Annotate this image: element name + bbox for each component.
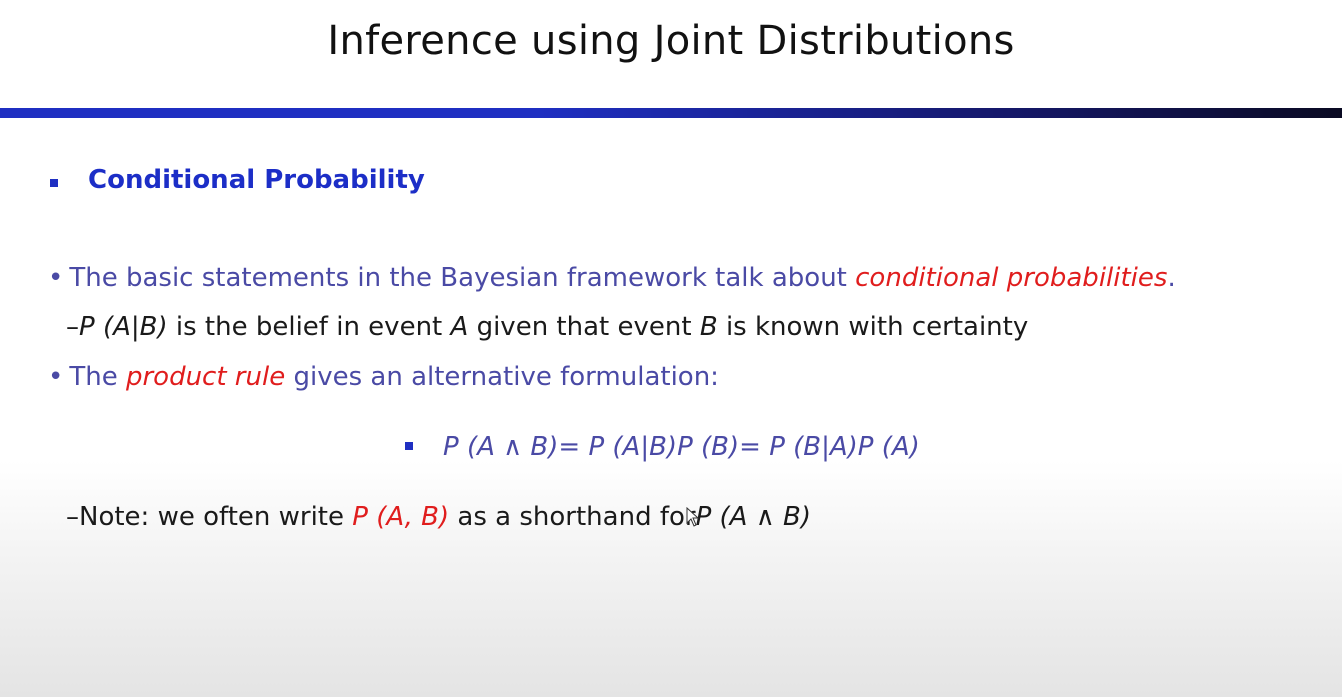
- note-shorthand: –Note: we often write P (A, B) as a shor…: [66, 500, 811, 534]
- note-expression-red: P (A, B): [352, 502, 450, 532]
- note-text-a: –Note: we often write: [66, 502, 345, 532]
- bullet2-text-b: gives an alternative formulation:: [293, 362, 719, 392]
- title-divider: [0, 108, 1342, 118]
- sub1-text-a: is the belief in event: [175, 312, 443, 342]
- section-heading-text: Conditional Probability: [88, 165, 425, 195]
- square-bullet-icon: [405, 442, 413, 450]
- bullet2-text-a: The: [69, 362, 118, 392]
- sub1-text-c: is known with certainty: [725, 312, 1029, 342]
- sub1-dash: –: [66, 312, 79, 342]
- slide-title: Inference using Joint Distributions: [327, 18, 1015, 64]
- bullet1-period: .: [1167, 263, 1176, 293]
- sub1-expression: P (A|B): [79, 312, 168, 342]
- bullet-product-rule: • The product rule gives an alternative f…: [48, 360, 719, 394]
- square-bullet-icon: [50, 179, 58, 187]
- sub1-var-b: B: [699, 312, 718, 342]
- sub-bullet-conditional-definition: –P (A|B) is the belief in event A given …: [66, 310, 1028, 344]
- bullet2-emphasis: product rule: [125, 362, 286, 392]
- note-text-b: as a shorthand for: [457, 502, 696, 532]
- bullet1-emphasis: conditional probabilities: [855, 263, 1168, 293]
- formula-text: P (A ∧ B)= P (A|B)P (B)= P (B|A)P (A): [443, 432, 920, 462]
- sub1-text-b: given that event: [476, 312, 692, 342]
- bullet-bayesian-statements: • The basic statements in the Bayesian fr…: [48, 261, 1176, 295]
- bullet-dot-icon: •: [48, 362, 64, 392]
- bullet1-text: The basic statements in the Bayesian fra…: [69, 263, 847, 293]
- note-expression: P (A ∧ B): [695, 502, 812, 532]
- bullet-dot-icon: •: [48, 263, 64, 293]
- sub1-var-a: A: [450, 312, 469, 342]
